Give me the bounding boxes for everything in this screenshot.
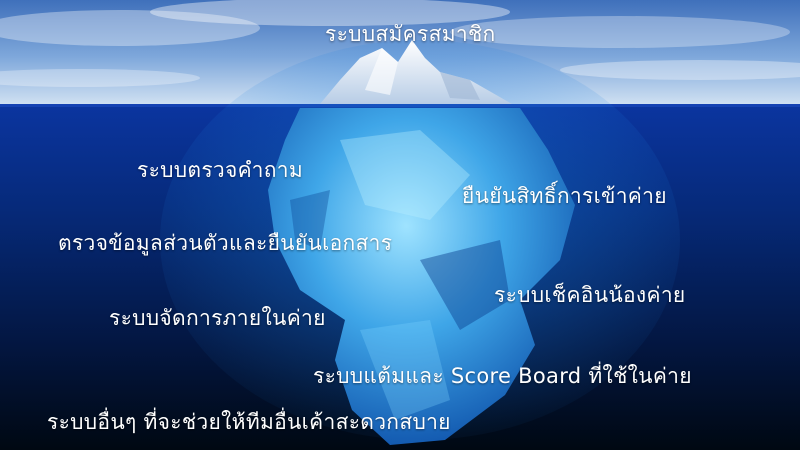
label-question-check: ระบบตรวจคำถาม (137, 158, 304, 182)
label-checkin-system: ระบบเช็คอินน้องค่าย (494, 283, 686, 307)
label-score-board: ระบบแต้มและ Score Board ที่ใช้ในค่าย (313, 364, 692, 388)
label-internal-management: ระบบจัดการภายในค่าย (109, 306, 326, 330)
label-member-registration: ระบบสมัครสมาชิก (325, 22, 496, 46)
iceberg-slide: ระบบสมัครสมาชิก ระบบตรวจคำถาม ยืนยันสิทธ… (0, 0, 800, 450)
label-confirm-camp: ยืนยันสิทธิ์การเข้าค่าย (462, 184, 667, 208)
label-document-verification: ตรวจข้อมูลส่วนตัวและยืนยันเอกสาร (58, 231, 393, 255)
label-other-systems: ระบบอื่นๆ ที่จะช่วยให้ทีมอื่นเค้าสะดวกสบ… (47, 410, 451, 434)
